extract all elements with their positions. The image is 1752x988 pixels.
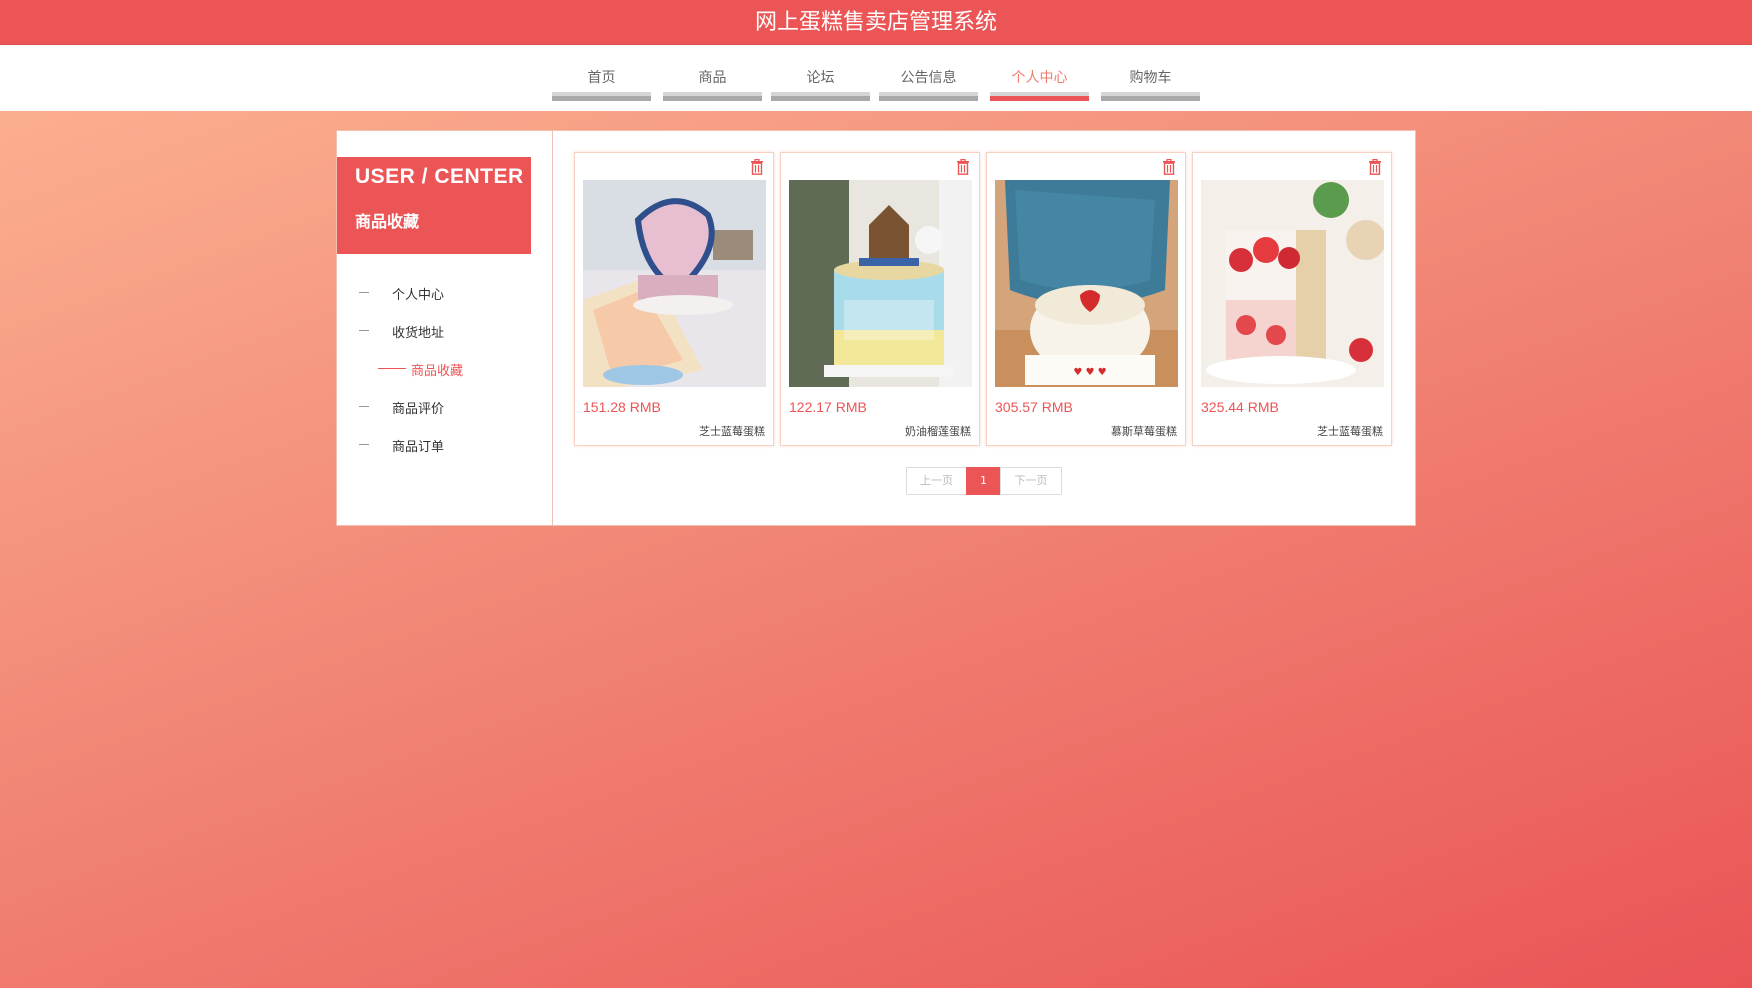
price: 151.28 RMB [583,399,661,415]
nav-item-announcements[interactable]: 公告信息 [879,45,978,101]
trash-icon[interactable] [956,159,970,175]
product-name: 芝士蓝莓蛋糕 [699,425,765,438]
svg-text:♥ ♥ ♥: ♥ ♥ ♥ [1073,367,1106,378]
sidebar-title: USER / CENTER [355,165,524,188]
sidebar-item-user-center[interactable]: 个人中心 [337,281,553,305]
cake-image[interactable]: ♥ ♥ ♥ [995,180,1178,387]
price: 305.57 RMB [995,399,1073,415]
product-name: 慕斯草莓蛋糕 [1111,425,1177,438]
sidebar-item-orders[interactable]: 商品订单 [337,433,553,457]
sidebar-item-favorites[interactable]: 商品收藏 [337,357,553,381]
nav-item-home[interactable]: 首页 [552,45,651,101]
sidebar-header: USER / CENTER 商品收藏 [337,157,531,254]
nav-item-products[interactable]: 商品 [663,45,762,101]
favorite-card[interactable]: 122.17 RMB 奶油榴莲蛋糕 [780,152,980,446]
next-page-button[interactable]: 下一页 [1000,467,1062,495]
user-center-panel: USER / CENTER 商品收藏 个人中心 收货地址 商品收藏 商品评价 商… [336,130,1416,526]
trash-icon[interactable] [750,159,764,175]
favorite-card[interactable]: 325.44 RMB 芝士蓝莓蛋糕 [1192,152,1392,446]
cake-image[interactable] [583,180,766,387]
favorite-card[interactable]: 151.28 RMB 芝士蓝莓蛋糕 [574,152,774,446]
price: 122.17 RMB [789,399,867,415]
trash-icon[interactable] [1162,159,1176,175]
sidebar-item-reviews[interactable]: 商品评价 [337,395,553,419]
nav-item-user-center[interactable]: 个人中心 [990,45,1089,101]
prev-page-button[interactable]: 上一页 [906,467,967,495]
sidebar-subtitle: 商品收藏 [355,212,420,231]
user-center-sidebar: USER / CENTER 商品收藏 个人中心 收货地址 商品收藏 商品评价 商… [337,131,553,525]
product-name: 芝士蓝莓蛋糕 [1317,425,1383,438]
trash-icon[interactable] [1368,159,1382,175]
sidebar-item-address[interactable]: 收货地址 [337,319,553,343]
product-name: 奶油榴莲蛋糕 [905,425,971,438]
app-title-bar: 网上蛋糕售卖店管理系统 [0,0,1752,45]
favorite-card[interactable]: ♥ ♥ ♥ 305.57 RMB 慕斯草莓蛋糕 [986,152,1186,446]
nav-item-forum[interactable]: 论坛 [771,45,870,101]
page-1-button[interactable]: 1 [966,467,1001,495]
top-nav: 首页 商品 论坛 公告信息 个人中心 购物车 [0,45,1752,111]
nav-item-cart[interactable]: 购物车 [1101,45,1200,101]
price: 325.44 RMB [1201,399,1279,415]
cake-image[interactable] [789,180,972,387]
app-title: 网上蛋糕售卖店管理系统 [754,10,997,35]
cake-image[interactable] [1201,180,1384,387]
